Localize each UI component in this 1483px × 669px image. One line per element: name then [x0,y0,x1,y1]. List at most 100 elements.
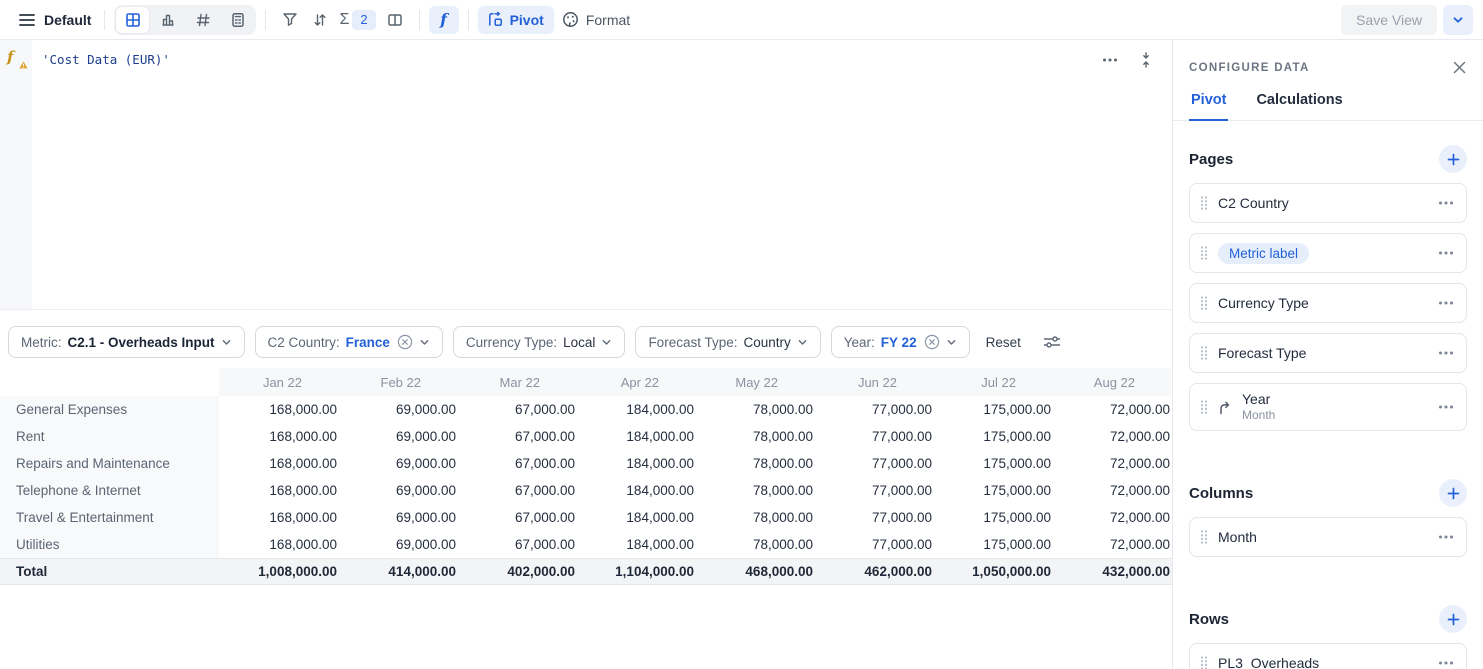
table-view-button[interactable] [116,6,150,33]
field-menu-button[interactable] [1438,531,1454,543]
data-cell[interactable]: 168,000.00 [219,450,338,477]
drag-handle-icon[interactable] [1200,196,1208,210]
formula-button[interactable]: f [428,5,459,34]
clear-filter-icon[interactable] [924,334,940,350]
summations-button[interactable]: Σ 2 [335,9,379,30]
drag-handle-icon[interactable] [1200,346,1208,360]
data-cell[interactable]: 72,000.00 [1052,477,1171,504]
data-cell[interactable]: 69,000.00 [338,477,457,504]
data-cell[interactable]: 78,000.00 [695,531,814,558]
data-cell[interactable]: 78,000.00 [695,423,814,450]
add-pages-button[interactable] [1439,145,1467,173]
filter-button[interactable] [275,6,305,34]
data-cell[interactable]: 78,000.00 [695,396,814,423]
data-cell[interactable]: 77,000.00 [814,423,933,450]
filter-settings-icon[interactable] [1043,334,1061,350]
data-cell[interactable]: 168,000.00 [219,423,338,450]
number-view-button[interactable] [186,7,219,33]
field-menu-button[interactable] [1438,197,1454,209]
data-cell[interactable]: 77,000.00 [814,504,933,531]
field-card[interactable]: Metric label [1189,233,1467,273]
data-cell[interactable]: 78,000.00 [695,477,814,504]
data-cell[interactable]: 77,000.00 [814,477,933,504]
hamburger-menu-button[interactable] [12,6,42,34]
data-cell[interactable]: 175,000.00 [933,450,1052,477]
field-card[interactable]: PL3_Overheads [1189,643,1467,669]
data-cell[interactable]: 72,000.00 [1052,423,1171,450]
formula-more-button[interactable] [1100,50,1120,70]
row-label[interactable]: Travel & Entertainment [0,504,219,531]
data-cell[interactable]: 168,000.00 [219,477,338,504]
split-pane-button[interactable] [380,6,410,34]
drag-handle-icon[interactable] [1200,246,1208,260]
data-cell[interactable]: 69,000.00 [338,423,457,450]
row-label[interactable]: General Expenses [0,396,219,423]
formula-collapse-button[interactable] [1136,50,1156,70]
field-card[interactable]: Currency Type [1189,283,1467,323]
data-cell[interactable]: 77,000.00 [814,450,933,477]
data-cell[interactable]: 72,000.00 [1052,396,1171,423]
field-menu-button[interactable] [1438,401,1454,413]
row-label[interactable]: Rent [0,423,219,450]
data-cell[interactable]: 168,000.00 [219,531,338,558]
data-cell[interactable]: 184,000.00 [576,531,695,558]
chart-view-button[interactable] [151,7,184,33]
drag-handle-icon[interactable] [1200,400,1208,414]
save-view-button[interactable]: Save View [1341,4,1437,35]
data-cell[interactable]: 72,000.00 [1052,450,1171,477]
column-header[interactable]: Jan 22 [219,368,338,396]
data-cell[interactable]: 168,000.00 [219,396,338,423]
row-label[interactable]: Utilities [0,531,219,558]
data-cell[interactable]: 184,000.00 [576,504,695,531]
data-cell[interactable]: 69,000.00 [338,396,457,423]
row-label[interactable]: Telephone & Internet [0,477,219,504]
data-cell[interactable]: 78,000.00 [695,450,814,477]
column-header[interactable]: Mar 22 [457,368,576,396]
data-cell[interactable]: 175,000.00 [933,396,1052,423]
column-header[interactable]: Apr 22 [576,368,695,396]
data-cell[interactable]: 77,000.00 [814,396,933,423]
data-cell[interactable]: 175,000.00 [933,504,1052,531]
data-cell[interactable]: 69,000.00 [338,531,457,558]
data-cell[interactable]: 67,000.00 [457,504,576,531]
data-cell[interactable]: 77,000.00 [814,531,933,558]
data-cell[interactable]: 78,000.00 [695,504,814,531]
tab-calculations[interactable]: Calculations [1254,90,1344,120]
save-view-dropdown-button[interactable] [1443,4,1473,35]
field-menu-button[interactable] [1438,297,1454,309]
format-button[interactable]: Format [554,6,638,34]
data-cell[interactable]: 184,000.00 [576,450,695,477]
filter-pill[interactable]: Currency Type: Local [452,326,626,358]
data-cell[interactable]: 72,000.00 [1052,531,1171,558]
filter-pill[interactable]: C2 Country: France [254,326,443,358]
filter-pill[interactable]: Forecast Type: Country [635,326,821,358]
data-cell[interactable]: 69,000.00 [338,450,457,477]
field-card[interactable]: Forecast Type [1189,333,1467,373]
field-card[interactable]: Month [1189,517,1467,557]
calculator-view-button[interactable] [221,7,254,33]
field-card[interactable]: C2 Country [1189,183,1467,223]
data-cell[interactable]: 175,000.00 [933,477,1052,504]
column-header[interactable]: May 22 [695,368,814,396]
field-menu-button[interactable] [1438,347,1454,359]
column-header[interactable]: Feb 22 [338,368,457,396]
add-rows-button[interactable] [1439,605,1467,633]
filter-pill[interactable]: Metric: C2.1 - Overheads Input [8,326,245,358]
field-menu-button[interactable] [1438,247,1454,259]
clear-filter-icon[interactable] [397,334,413,350]
row-label[interactable]: Repairs and Maintenance [0,450,219,477]
drag-handle-icon[interactable] [1200,296,1208,310]
drag-handle-icon[interactable] [1200,656,1208,669]
panel-close-button[interactable] [1452,60,1467,75]
formula-input[interactable]: 'Cost Data (EUR)' [32,40,1172,309]
data-cell[interactable]: 184,000.00 [576,423,695,450]
field-card[interactable]: Year Month [1189,383,1467,431]
data-cell[interactable]: 69,000.00 [338,504,457,531]
column-header[interactable]: Aug 22 [1052,368,1171,396]
data-cell[interactable]: 168,000.00 [219,504,338,531]
column-header[interactable]: Jun 22 [814,368,933,396]
drag-handle-icon[interactable] [1200,530,1208,544]
data-cell[interactable]: 184,000.00 [576,396,695,423]
add-columns-button[interactable] [1439,479,1467,507]
data-cell[interactable]: 67,000.00 [457,423,576,450]
